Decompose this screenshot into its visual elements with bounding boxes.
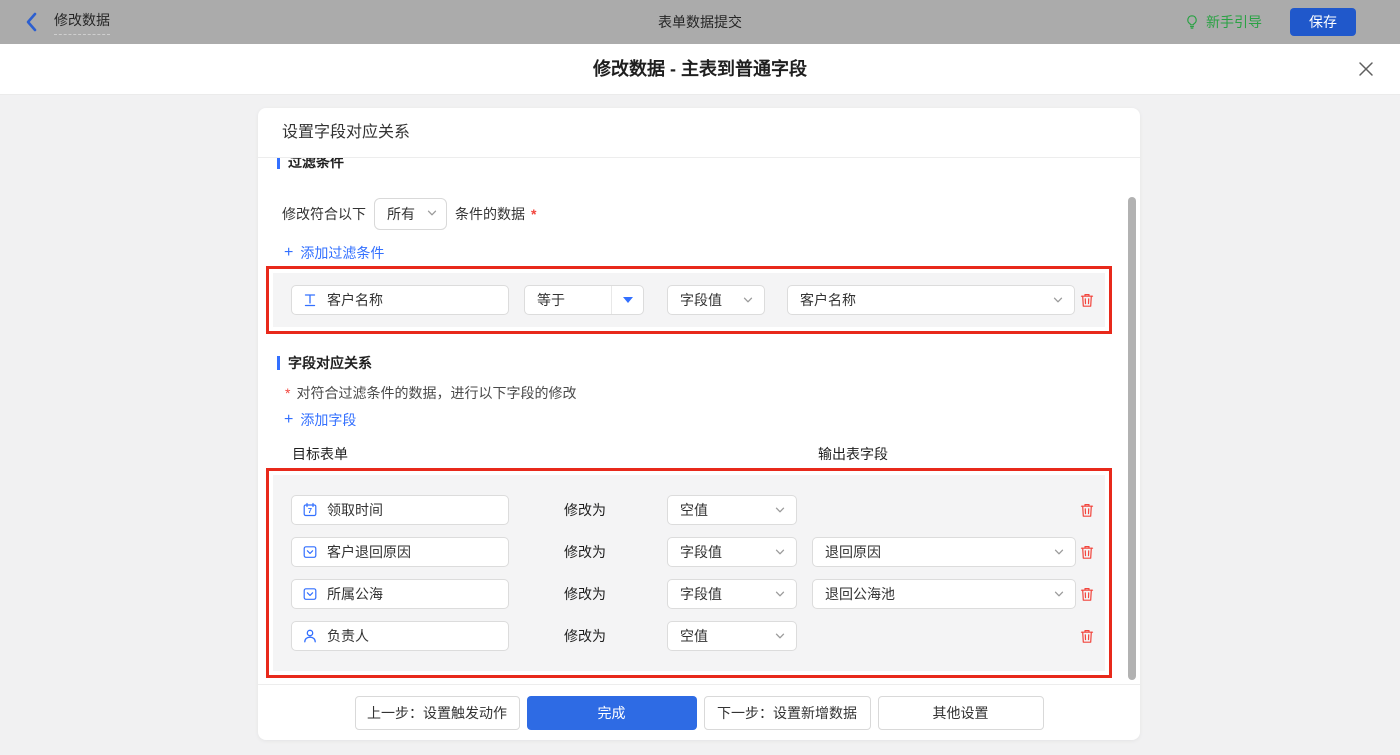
chevron-down-icon bbox=[1053, 588, 1065, 600]
top-toolbar: 修改数据 表单数据提交 新手引导 保存 bbox=[0, 0, 1400, 44]
match-suffix-label: 条件的数据 bbox=[455, 206, 525, 222]
card-footer: 上一步：设置触发动作 完成 下一步：设置新增数据 其他设置 bbox=[258, 684, 1140, 740]
person-icon bbox=[302, 628, 318, 644]
text-field-icon bbox=[302, 292, 318, 308]
caret-down-icon bbox=[611, 286, 643, 314]
modify-to-label: 修改为 bbox=[564, 544, 606, 560]
card-header-title: 设置字段对应关系 bbox=[258, 108, 1140, 158]
trash-icon[interactable] bbox=[1079, 628, 1095, 645]
target-field-input[interactable]: 客户退回原因 bbox=[291, 537, 509, 567]
target-field-input[interactable]: 负责人 bbox=[291, 621, 509, 651]
section-accent-bar bbox=[277, 158, 280, 169]
mapping-highlight-box: 7 领取时间 修改为 空值 客户退回原因 修改为 字段值 退回原因 所属公海 修… bbox=[266, 468, 1112, 678]
target-field-input[interactable]: 7 领取时间 bbox=[291, 495, 509, 525]
select-icon bbox=[302, 586, 318, 602]
value-type-select[interactable]: 空值 bbox=[667, 621, 797, 651]
section-accent-bar bbox=[277, 356, 280, 370]
required-mark: * bbox=[531, 206, 537, 222]
field-mapping-row: 7 领取时间 修改为 空值 bbox=[273, 495, 1105, 525]
modify-to-label: 修改为 bbox=[564, 628, 606, 644]
modify-to-label: 修改为 bbox=[564, 586, 606, 602]
mapping-description: * 对符合过滤条件的数据，进行以下字段的修改 bbox=[285, 385, 577, 401]
filter-section-title: 过滤条件 bbox=[277, 158, 344, 172]
scroll-content: 过滤条件 修改符合以下 所有 条件的数据 * + 添加过滤条件 客户名称 等于 … bbox=[258, 158, 1140, 684]
settings-card: 设置字段对应关系 过滤条件 修改符合以下 所有 条件的数据 * + 添加过滤条件 bbox=[258, 108, 1140, 740]
target-form-column-header: 目标表单 bbox=[292, 446, 348, 462]
scrollbar-thumb[interactable] bbox=[1128, 197, 1136, 680]
next-step-button[interactable]: 下一步：设置新增数据 bbox=[703, 695, 871, 730]
calendar-icon: 7 bbox=[302, 502, 318, 518]
add-field-link[interactable]: + 添加字段 bbox=[284, 410, 356, 430]
output-field-column-header: 输出表字段 bbox=[818, 446, 888, 462]
target-field-input[interactable]: 所属公海 bbox=[291, 579, 509, 609]
filter-field-value: 客户名称 bbox=[327, 292, 383, 308]
field-mapping-row: 客户退回原因 修改为 字段值 退回原因 bbox=[273, 537, 1105, 567]
close-icon[interactable] bbox=[1358, 61, 1374, 77]
value-type-select[interactable]: 字段值 bbox=[667, 537, 797, 567]
chevron-down-icon bbox=[774, 504, 786, 516]
field-mapping-row: 所属公海 修改为 字段值 退回公海池 bbox=[273, 579, 1105, 609]
plus-icon: + bbox=[284, 411, 294, 428]
chevron-down-icon bbox=[774, 546, 786, 558]
chevron-down-icon bbox=[774, 588, 786, 600]
output-field-select[interactable]: 退回原因 bbox=[812, 537, 1076, 567]
value-type-select[interactable]: 字段值 bbox=[667, 285, 765, 315]
done-button[interactable]: 完成 bbox=[526, 695, 697, 730]
trash-icon[interactable] bbox=[1079, 292, 1095, 309]
other-settings-button[interactable]: 其他设置 bbox=[877, 695, 1044, 730]
filter-rows-panel: 客户名称 等于 字段值 客户名称 bbox=[273, 273, 1105, 327]
chevron-down-icon bbox=[1053, 546, 1065, 558]
value-type-select[interactable]: 空值 bbox=[667, 495, 797, 525]
mapping-rows-panel: 7 领取时间 修改为 空值 客户退回原因 修改为 字段值 退回原因 所属公海 修… bbox=[273, 475, 1105, 671]
operator-select[interactable]: 等于 bbox=[524, 285, 644, 315]
svg-text:7: 7 bbox=[308, 506, 312, 515]
match-prefix-label: 修改符合以下 bbox=[282, 206, 366, 222]
modify-to-label: 修改为 bbox=[564, 502, 606, 518]
add-filter-condition-link[interactable]: + 添加过滤条件 bbox=[284, 243, 384, 263]
beginner-guide-link[interactable]: 新手引导 bbox=[1184, 12, 1262, 32]
chevron-down-icon bbox=[426, 206, 438, 222]
trash-icon[interactable] bbox=[1079, 502, 1095, 519]
trash-icon[interactable] bbox=[1079, 586, 1095, 603]
filter-field-input[interactable]: 客户名称 bbox=[291, 285, 509, 315]
save-button[interactable]: 保存 bbox=[1290, 8, 1356, 36]
chevron-down-icon bbox=[742, 294, 754, 306]
plus-icon: + bbox=[284, 244, 294, 261]
filter-value-select[interactable]: 客户名称 bbox=[787, 285, 1075, 315]
match-mode-select[interactable]: 所有 bbox=[374, 198, 447, 230]
modal-title: 修改数据 - 主表到普通字段 bbox=[593, 59, 807, 79]
value-type-select[interactable]: 字段值 bbox=[667, 579, 797, 609]
modal-header: 修改数据 - 主表到普通字段 bbox=[0, 44, 1400, 95]
field-mapping-row: 负责人 修改为 空值 bbox=[273, 621, 1105, 651]
chevron-down-icon bbox=[1052, 294, 1064, 306]
beginner-guide-label: 新手引导 bbox=[1206, 14, 1262, 30]
filter-highlight-box: 客户名称 等于 字段值 客户名称 bbox=[266, 266, 1112, 334]
lightbulb-icon bbox=[1184, 14, 1200, 30]
mapping-section-title: 字段对应关系 bbox=[277, 353, 372, 373]
required-mark: * bbox=[285, 385, 291, 401]
select-icon bbox=[302, 544, 318, 560]
match-condition-row: 修改符合以下 所有 条件的数据 * bbox=[282, 198, 536, 230]
chevron-down-icon bbox=[774, 630, 786, 642]
trash-icon[interactable] bbox=[1079, 544, 1095, 561]
output-field-select[interactable]: 退回公海池 bbox=[812, 579, 1076, 609]
prev-step-button[interactable]: 上一步：设置触发动作 bbox=[354, 695, 520, 730]
